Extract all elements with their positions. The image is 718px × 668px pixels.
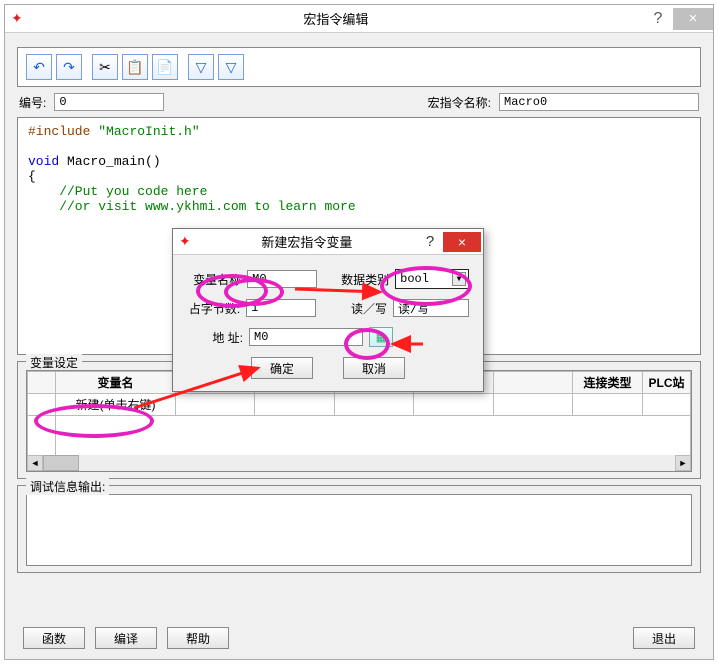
paste-button[interactable]: 📄 [152,54,178,80]
help-button[interactable]: ? [643,10,673,28]
cancel-button[interactable]: 取消 [343,357,405,379]
col-plc[interactable]: PLC站 [643,372,691,394]
dialog-star-icon: ✦ [179,233,191,250]
ok-button[interactable]: 确定 [251,357,313,379]
debug-legend: 调试信息输出: [26,478,109,495]
id-input[interactable] [54,93,164,111]
address-input[interactable] [249,328,363,346]
app-star-icon: ✦ [11,10,23,27]
table-row[interactable] [28,416,691,456]
close-button[interactable]: × [673,8,713,30]
dialog-title: 新建宏指令变量 [197,232,417,251]
keypad-icon: ▦ [376,331,386,344]
col-blank [28,372,56,394]
dialog-help-button[interactable]: ? [417,233,443,250]
macro-name-label: 宏指令名称: [428,94,491,111]
help-bottom-button[interactable]: 帮助 [167,627,229,649]
cut-button[interactable]: ✂ [92,54,118,80]
varname-dlg-label: 变量名称 [187,271,241,288]
chevron-down-icon[interactable]: ▼ [452,272,466,286]
new-variable-dialog: ✦ 新建宏指令变量 ? × 变量名称 数据类别 bool ▼ 占字节数: 读／写… [172,228,484,392]
scroll-right-icon[interactable]: ► [675,455,691,471]
table-hscrollbar[interactable]: ◄ ► [27,455,691,471]
compile-button[interactable]: 编译 [95,627,157,649]
scroll-left-icon[interactable]: ◄ [27,455,43,471]
address-label: 地 址: [187,329,243,346]
macro-name-input[interactable] [499,93,699,111]
rw-input[interactable] [393,299,469,317]
new-row-cell[interactable]: 新建(单击右键) [56,394,176,416]
exit-button[interactable]: 退出 [633,627,695,649]
window-title: 宏指令编辑 [29,9,643,28]
redo-button[interactable]: ↷ [56,54,82,80]
bytes-input[interactable] [246,299,316,317]
address-picker-button[interactable]: ▦ [369,327,393,347]
col-varname[interactable]: 变量名 [56,372,176,394]
debug-output[interactable] [26,494,692,566]
varset-legend: 变量设定 [26,354,82,371]
bytes-label: 占字节数: [187,300,240,317]
blue-down1-button[interactable]: ▽ [188,54,214,80]
dtype-select[interactable]: bool ▼ [395,269,469,289]
id-label: 编号: [19,94,46,111]
col-conntype[interactable]: 连接类型 [573,372,643,394]
blue-down2-button[interactable]: ▽ [218,54,244,80]
debug-output-fieldset: 调试信息输出: [17,485,701,573]
function-button[interactable]: 函数 [23,627,85,649]
undo-button[interactable]: ↶ [26,54,52,80]
rw-label: 读／写 [334,300,387,317]
dtype-value: bool [400,272,429,286]
table-row[interactable]: 新建(单击右键) [28,394,691,416]
toolbar: ↶ ↷ ✂ 📋 📄 ▽ ▽ [17,47,701,87]
main-titlebar: ✦ 宏指令编辑 ? × [5,5,713,33]
dtype-label: 数据类别 [335,271,389,288]
copy-button[interactable]: 📋 [122,54,148,80]
varname-dlg-input[interactable] [247,270,317,288]
scroll-thumb[interactable] [43,455,79,471]
dialog-close-button[interactable]: × [443,232,481,252]
